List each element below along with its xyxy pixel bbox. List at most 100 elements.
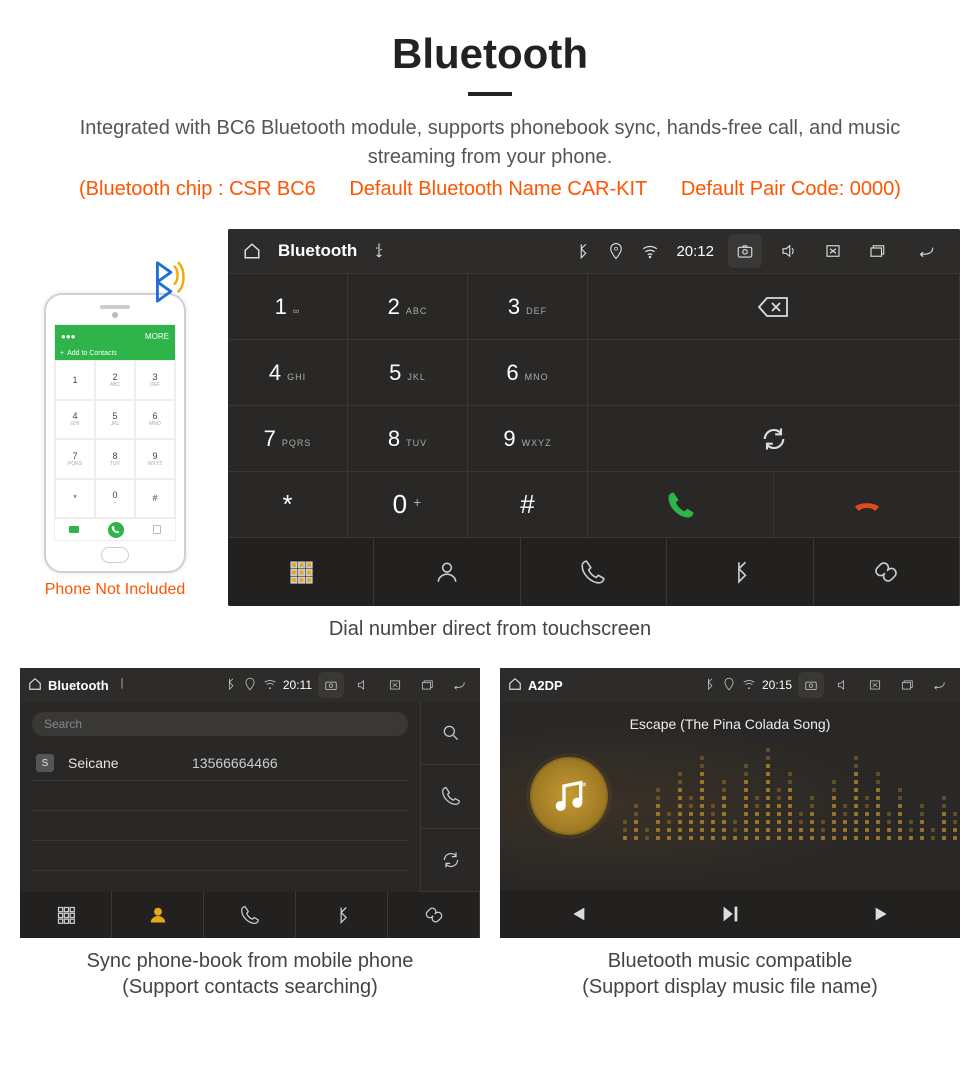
dialer-key-3[interactable]: 3DEF [468, 274, 588, 340]
phone-key: 2ABC [95, 360, 135, 400]
tab-bluetooth[interactable] [667, 538, 813, 606]
page-title: Bluetooth [20, 30, 960, 78]
search-button[interactable] [420, 702, 480, 765]
volume-button[interactable] [350, 672, 376, 698]
phone-more-label: MORE [145, 332, 169, 341]
dialer-key-2[interactable]: 2ABC [348, 274, 468, 340]
tab-keypad[interactable] [20, 892, 112, 938]
swap-button[interactable] [588, 406, 960, 472]
equalizer-viz [650, 762, 940, 840]
phone-mockup: ●●●MORE +Add to Contacts 12ABC3DEF4GHI5J… [44, 293, 186, 573]
tab-pair[interactable] [814, 538, 960, 606]
phone-key: 9WXYZ [135, 439, 175, 479]
contacts-caption: Sync phone-book from mobile phone(Suppor… [20, 948, 480, 1000]
hangup-button[interactable] [774, 472, 960, 538]
tech-chip: (Bluetooth chip : CSR BC6 [79, 178, 316, 200]
music-unit: A2DP 20:15 Escape (The Pina Colada Song) [500, 668, 960, 938]
tab-contacts[interactable] [374, 538, 520, 606]
empty-cell [588, 340, 960, 406]
contact-row[interactable]: S Seicane 13566664466 [32, 746, 408, 781]
tech-bt-name: Default Bluetooth Name CAR-KIT [349, 178, 647, 200]
clock: 20:15 [762, 678, 792, 692]
phone-key: 5JKL [95, 400, 135, 440]
contact-number: 13566664466 [192, 755, 278, 771]
prev-button[interactable] [500, 890, 653, 938]
clock: 20:12 [676, 243, 714, 260]
dialer-key-1[interactable]: 1∞ [228, 274, 348, 340]
dialer-key-#[interactable]: # [468, 472, 588, 538]
track-title: Escape (The Pina Colada Song) [500, 716, 960, 732]
wifi-icon [742, 677, 756, 694]
phone-add-contacts: Add to Contacts [67, 350, 117, 357]
next-button[interactable] [807, 890, 960, 938]
dialer-key-8[interactable]: 8TUV [348, 406, 468, 472]
clock: 20:11 [283, 678, 312, 692]
phone-dial-icon [108, 522, 124, 538]
recent-apps-button[interactable] [414, 672, 440, 698]
dialer-key-4[interactable]: 4GHI [228, 340, 348, 406]
home-icon[interactable] [240, 239, 264, 263]
contacts-tabs [20, 892, 480, 938]
wifi-icon [638, 239, 662, 263]
tab-bluetooth[interactable] [296, 892, 388, 938]
title-underline [468, 92, 512, 96]
phone-key: # [135, 479, 175, 519]
dialer-topbar: Bluetooth 20:12 [228, 229, 960, 273]
dialer-key-7[interactable]: 7PQRS [228, 406, 348, 472]
bluetooth-status-icon [223, 677, 237, 694]
contacts-icon [153, 525, 161, 534]
recent-apps-button[interactable] [894, 672, 920, 698]
music-controls [500, 890, 960, 938]
dialer-key-6[interactable]: 6MNO [468, 340, 588, 406]
tab-keypad[interactable] [228, 538, 374, 606]
contact-letter-badge: S [36, 754, 54, 772]
play-pause-button[interactable] [653, 890, 806, 938]
tab-call-log[interactable] [204, 892, 296, 938]
contacts-topbar: Bluetooth 20:11 [20, 668, 480, 702]
music-caption: Bluetooth music compatible(Support displ… [500, 948, 960, 1000]
tab-pair[interactable] [388, 892, 480, 938]
call-button[interactable] [588, 472, 774, 538]
camera-button[interactable] [798, 672, 824, 698]
close-button[interactable] [816, 234, 850, 268]
phone-key: * [55, 479, 95, 519]
search-input[interactable]: Search [32, 712, 408, 736]
dialer-key-9[interactable]: 9WXYZ [468, 406, 588, 472]
usb-icon [115, 677, 129, 694]
location-icon [243, 677, 257, 694]
dialer-key-*[interactable]: * [228, 472, 348, 538]
bluetooth-status-icon [570, 239, 594, 263]
phone-key: 1 [55, 360, 95, 400]
tab-call-log[interactable] [521, 538, 667, 606]
tech-specs: (Bluetooth chip : CSR BC6 Default Blueto… [20, 178, 960, 201]
bluetooth-status-icon [702, 677, 716, 694]
back-button[interactable] [446, 672, 472, 698]
contact-name: Seicane [68, 755, 178, 771]
sync-button[interactable] [420, 829, 480, 892]
close-button[interactable] [862, 672, 888, 698]
dialer-unit: Bluetooth 20:12 1∞2ABC3DEF 4GHI5JKL6MNO 7P… [228, 229, 960, 606]
camera-button[interactable] [728, 234, 762, 268]
bluetooth-wave-icon [144, 257, 190, 303]
backspace-button[interactable] [588, 274, 960, 340]
home-icon[interactable] [28, 677, 42, 694]
volume-button[interactable] [772, 234, 806, 268]
dialer-key-0[interactable]: 0+ [348, 472, 468, 538]
home-icon[interactable] [508, 677, 522, 694]
back-button[interactable] [904, 234, 948, 268]
dialer-app-title: Bluetooth [278, 241, 357, 261]
back-button[interactable] [926, 672, 952, 698]
close-button[interactable] [382, 672, 408, 698]
phone-key: 3DEF [135, 360, 175, 400]
usb-icon [367, 239, 391, 263]
call-button[interactable] [420, 765, 480, 828]
camera-button[interactable] [318, 672, 344, 698]
volume-button[interactable] [830, 672, 856, 698]
recent-apps-button[interactable] [860, 234, 894, 268]
tech-pair-code: Default Pair Code: 0000) [681, 178, 901, 200]
phone-caption: Phone Not Included [20, 581, 210, 599]
tab-contacts[interactable] [112, 892, 204, 938]
dialer-tabs [228, 538, 960, 606]
dialer-key-5[interactable]: 5JKL [348, 340, 468, 406]
dialer-keypad: 1∞2ABC3DEF 4GHI5JKL6MNO 7PQRS8TUV9WXYZ *0+# [228, 273, 960, 538]
